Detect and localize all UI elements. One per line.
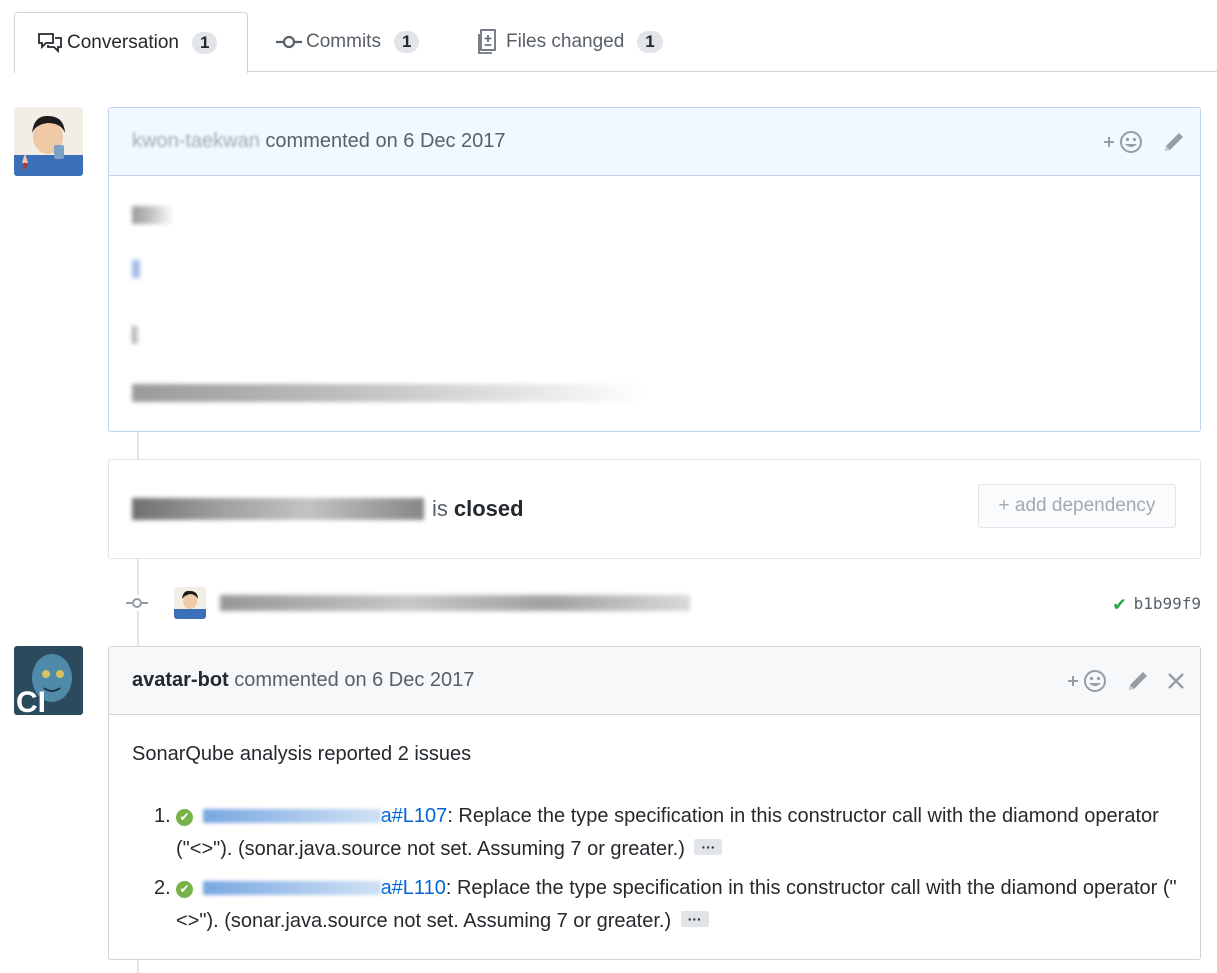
issue-number: 2. [154, 877, 171, 899]
redacted-title [132, 498, 424, 520]
check-circle-icon: ✔ [176, 881, 193, 898]
avatar[interactable]: CI [14, 646, 83, 715]
analysis-summary: SonarQube analysis reported 2 issues [132, 743, 472, 765]
comment-actions [1066, 647, 1186, 715]
tab-files-changed[interactable]: Files changed 1 [476, 12, 663, 72]
check-icon: ✔ [1113, 591, 1126, 615]
list-item: 1. ✔ a#L107: Replace the type specificat… [154, 800, 1177, 866]
comment-body-redacted [109, 176, 1200, 432]
comment-body: SonarQube analysis reported 2 issues 1. … [109, 715, 1200, 972]
list-item: 2. ✔ a#L110: Replace the type specificat… [154, 872, 1177, 938]
add-dependency-button[interactable]: + add dependency [978, 484, 1176, 528]
dependency-status-value: closed [453, 496, 524, 521]
tab-conversation[interactable]: Conversation 1 [14, 12, 248, 73]
pr-tabs: Conversation 1 Commits 1 Files changed 1 [0, 0, 1217, 73]
avatar[interactable] [174, 587, 206, 619]
close-icon[interactable] [1166, 671, 1186, 691]
issue-list: 1. ✔ a#L107: Replace the type specificat… [132, 800, 1177, 938]
commit-row: ✔ b1b99f9 [126, 586, 1201, 620]
comment-header: avatar-bot commented on 6 Dec 2017 [109, 647, 1200, 715]
avatar[interactable] [14, 107, 83, 176]
dependency-status-text: is [432, 496, 448, 521]
issue-number: 1. [154, 805, 171, 827]
comment-header: kwon-taekwan commented on 6 Dec 2017 [109, 108, 1200, 176]
comment-meta[interactable]: commented on 6 Dec 2017 [234, 669, 474, 692]
tab-files-label: Files changed [506, 31, 625, 52]
comment-actions [1102, 108, 1186, 176]
add-reaction-button[interactable] [1066, 668, 1110, 694]
comment-author[interactable]: avatar-bot [132, 669, 229, 692]
pencil-icon[interactable] [1162, 130, 1186, 154]
add-reaction-button[interactable] [1102, 129, 1146, 155]
issue-file-link[interactable]: a#L107 [202, 805, 447, 827]
tab-commits-count: 1 [393, 31, 420, 53]
expand-button[interactable]: ··· [694, 839, 723, 855]
tab-conversation-count: 1 [191, 32, 218, 54]
tab-conversation-label: Conversation [67, 32, 179, 53]
commit-sha[interactable]: ✔ b1b99f9 [1114, 591, 1201, 615]
git-commit-icon [126, 595, 148, 611]
avatar-bot-label: CI [16, 686, 46, 715]
comment-author[interactable]: kwon-taekwan [132, 130, 260, 153]
comment-card: kwon-taekwan commented on 6 Dec 2017 [108, 107, 1201, 432]
tab-commits-label: Commits [306, 31, 381, 52]
commit-message-redacted[interactable] [220, 595, 690, 611]
tab-commits[interactable]: Commits 1 [276, 12, 420, 72]
expand-button[interactable]: ··· [680, 911, 709, 927]
check-circle-icon: ✔ [176, 809, 193, 826]
commit-sha-text: b1b99f9 [1133, 593, 1201, 613]
comment-meta[interactable]: commented on 6 Dec 2017 [265, 130, 505, 153]
git-commit-icon [276, 30, 304, 54]
dependency-status: is closed + add dependency [108, 459, 1201, 559]
issue-file-link[interactable]: a#L110 [202, 877, 446, 899]
comment-discussion-icon [37, 31, 65, 55]
diff-icon [476, 29, 504, 54]
comment-card: avatar-bot commented on 6 Dec 2017 Sonar… [108, 646, 1201, 960]
pencil-icon[interactable] [1126, 669, 1150, 693]
tab-files-count: 1 [637, 31, 663, 53]
